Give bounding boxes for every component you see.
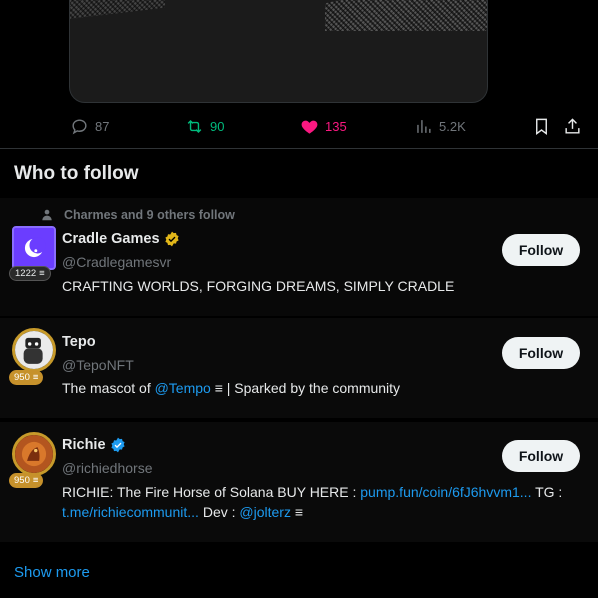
- bio-text: Dev :: [198, 504, 240, 520]
- share-button[interactable]: [563, 117, 582, 136]
- bio-mention-link[interactable]: @Tempo: [155, 380, 211, 396]
- follow-button[interactable]: Follow: [502, 234, 580, 266]
- affiliate-badge: 1222 ≡: [9, 266, 51, 281]
- cradle-moon-logo: [14, 228, 54, 268]
- heart-icon: [301, 120, 318, 134]
- affiliate-badge: 950 ≡: [9, 370, 44, 385]
- tweet-action-bar: 87 90 135 5.2K: [0, 117, 598, 139]
- account-name[interactable]: Cradle Games: [62, 231, 180, 247]
- person-icon: [42, 209, 52, 221]
- badge-count: 950: [14, 475, 30, 486]
- blue-verified-icon: [110, 437, 125, 453]
- bio-mention-link[interactable]: @jolterz: [239, 504, 291, 520]
- retweet-count: 90: [210, 119, 225, 134]
- bio-url-link[interactable]: pump.fun/coin/6fJ6hvvm1...: [360, 484, 531, 500]
- reply-icon: [72, 119, 87, 135]
- gold-verified-icon: [164, 231, 179, 247]
- like-count: 135: [325, 119, 347, 134]
- social-context: Charmes and 9 others follow: [40, 208, 235, 222]
- social-context-text: Charmes and 9 others follow: [64, 208, 235, 222]
- solana-icon: ≡: [32, 372, 39, 383]
- affiliate-badge: 950 ≡: [9, 473, 44, 488]
- avatar[interactable]: [12, 328, 56, 372]
- bookmark-icon: [536, 118, 547, 136]
- follow-suggestion-card[interactable]: 950 ≡ Tepo @TepoNFT The mascot of @Tempo…: [0, 318, 598, 418]
- bio-text: RICHIE: The Fire Horse of Solana BUY HER…: [62, 484, 361, 500]
- account-bio: CRAFTING WORLDS, FORGING DREAMS, SIMPLY …: [62, 278, 455, 294]
- bio-text: The mascot of: [62, 380, 155, 396]
- solana-icon: ≡: [32, 475, 39, 486]
- bio-url-link[interactable]: t.me/richiecommunit...: [62, 504, 199, 520]
- tweet-media[interactable]: [69, 0, 488, 103]
- follow-suggestion-card[interactable]: 950 ≡ Richie @richiedhorse RICHIE: The F…: [0, 422, 598, 542]
- solana-icon: ≡: [39, 268, 45, 279]
- account-handle[interactable]: @TepoNFT: [62, 357, 134, 373]
- analytics-icon: [417, 120, 431, 133]
- account-name[interactable]: Richie: [62, 437, 126, 453]
- like-button[interactable]: 135: [300, 117, 347, 136]
- tepo-mascot-avatar: [15, 331, 53, 369]
- show-more-link[interactable]: Show more: [14, 564, 90, 581]
- account-name-text[interactable]: Richie: [62, 437, 106, 453]
- account-bio: The mascot of @Tempo ≡ | Sparked by the …: [62, 378, 582, 398]
- divider: [0, 148, 598, 149]
- share-icon: [565, 118, 580, 134]
- account-name-text[interactable]: Tepo: [62, 334, 96, 350]
- bookmark-button[interactable]: [532, 117, 551, 136]
- avatar[interactable]: [12, 432, 56, 476]
- follow-suggestion-card[interactable]: Charmes and 9 others follow 1222 ≡ Cradl…: [0, 198, 598, 316]
- avatar[interactable]: [12, 226, 56, 270]
- solana-icon: ≡: [294, 504, 304, 520]
- reply-count: 87: [95, 119, 110, 134]
- who-to-follow-title: Who to follow: [14, 163, 139, 184]
- retweet-icon: [187, 119, 202, 134]
- media-image-texture: [325, 0, 487, 31]
- badge-count: 1222: [15, 268, 37, 279]
- follow-button[interactable]: Follow: [502, 337, 580, 369]
- account-name-text[interactable]: Cradle Games: [62, 231, 160, 247]
- badge-count: 950: [14, 372, 30, 383]
- account-handle[interactable]: @Cradlegamesvr: [62, 254, 171, 270]
- solana-icon: ≡: [214, 380, 223, 396]
- media-image-texture: [70, 0, 165, 19]
- bio-text: TG :: [531, 484, 563, 500]
- fire-horse-avatar: [15, 435, 53, 473]
- bio-text: | Sparked by the community: [226, 380, 401, 396]
- views-count: 5.2K: [439, 119, 466, 134]
- account-name[interactable]: Tepo: [62, 334, 96, 350]
- follow-button[interactable]: Follow: [502, 440, 580, 472]
- reply-button[interactable]: 87: [70, 117, 109, 136]
- account-handle[interactable]: @richiedhorse: [62, 460, 152, 476]
- retweet-button[interactable]: 90: [185, 117, 224, 136]
- views-button[interactable]: 5.2K: [414, 117, 466, 136]
- account-bio: RICHIE: The Fire Horse of Solana BUY HER…: [62, 482, 582, 522]
